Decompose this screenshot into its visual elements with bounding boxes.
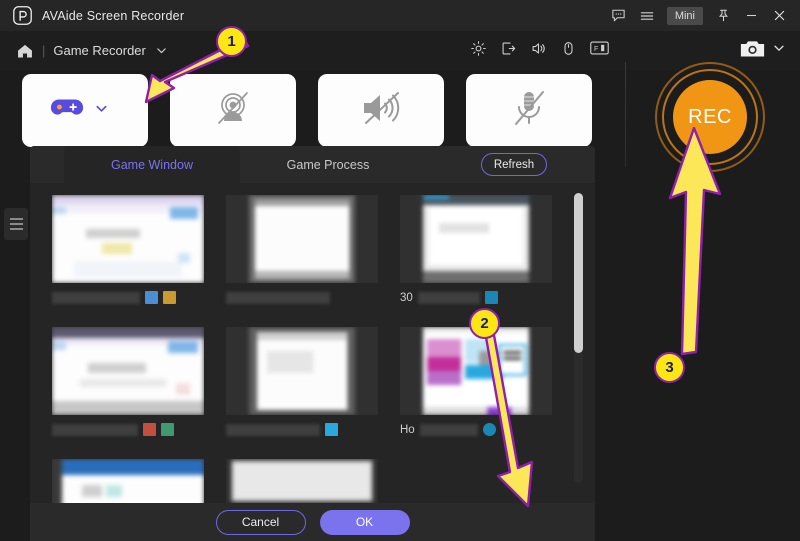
panel-divider	[625, 62, 626, 167]
thumbnail-list: 30 Ho	[30, 183, 595, 503]
list-item[interactable]	[52, 459, 204, 503]
window-thumbnail[interactable]	[52, 195, 204, 283]
breadcrumb-label[interactable]: Game Recorder	[53, 43, 145, 58]
app-icon	[163, 291, 176, 304]
chevron-down-icon[interactable]	[94, 101, 109, 121]
scrollbar-thumb[interactable]	[574, 193, 583, 353]
dialog-tab-bar: Game Window Game Process Refresh	[30, 146, 595, 183]
app-icon	[145, 291, 158, 304]
thumbnail-caption	[52, 290, 204, 305]
chevron-down-icon[interactable]	[155, 44, 168, 57]
menu-icon[interactable]	[634, 3, 660, 29]
caption-text: 30	[400, 291, 413, 304]
export-icon[interactable]	[500, 40, 517, 62]
app-icon	[325, 423, 338, 436]
callout-badge-2: 2	[469, 308, 500, 339]
mode-card-row	[22, 74, 592, 147]
window-thumbnail[interactable]	[400, 327, 552, 415]
microphone-off-icon	[510, 88, 548, 133]
caption-text-blurred	[417, 291, 480, 304]
card-system-sound[interactable]	[318, 74, 444, 147]
mouse-icon[interactable]	[560, 40, 577, 62]
game-window-dialog: Game Window Game Process Refresh 30 Ho C…	[30, 146, 595, 541]
snapshot-camera-icon[interactable]	[740, 39, 765, 63]
window-thumbnail[interactable]	[52, 459, 204, 503]
callout-badge-1: 1	[216, 26, 247, 57]
caption-text-blurred	[52, 423, 138, 436]
svg-text:F: F	[594, 45, 599, 53]
caption-text-blurred	[226, 291, 330, 304]
app-icon	[143, 423, 156, 436]
window-thumbnail[interactable]	[226, 459, 378, 503]
card-webcam[interactable]	[170, 74, 296, 147]
breadcrumb-separator: |	[42, 43, 46, 58]
app-title: AVAide Screen Recorder	[42, 8, 185, 23]
close-icon[interactable]	[766, 3, 792, 29]
window-thumbnail[interactable]	[52, 327, 204, 415]
caption-text-blurred	[52, 291, 140, 304]
mini-mode-button[interactable]: Mini	[666, 6, 703, 25]
window-thumbnail[interactable]	[226, 327, 378, 415]
caption-text: Ho	[400, 423, 415, 436]
webcam-off-icon	[211, 88, 255, 133]
gamepad-icon	[50, 95, 84, 126]
system-sound-icon[interactable]	[530, 40, 547, 62]
list-item[interactable]	[52, 195, 204, 305]
dialog-footer: Cancel OK	[30, 503, 595, 541]
minimize-icon[interactable]	[738, 3, 764, 29]
tab-game-window[interactable]: Game Window	[64, 146, 240, 183]
ok-button[interactable]: OK	[319, 509, 410, 535]
recorder-toolbar: F	[470, 31, 609, 70]
callout-badge-3: 3	[654, 352, 685, 383]
list-item[interactable]	[226, 195, 378, 305]
thumbnail-caption: Ho	[400, 422, 552, 437]
card-microphone[interactable]	[466, 74, 592, 147]
thumbnail-caption	[226, 422, 378, 437]
list-item[interactable]	[226, 459, 378, 503]
rec-button-group: REC	[655, 62, 765, 172]
settings-gear-icon[interactable]	[470, 40, 487, 62]
scrollbar-track[interactable]	[574, 193, 583, 483]
thumbnail-caption: 30	[400, 290, 552, 305]
app-icon	[161, 423, 174, 436]
speaker-off-icon	[358, 89, 404, 132]
window-controls: Mini	[606, 0, 792, 31]
pin-icon[interactable]	[710, 3, 736, 29]
app-icon	[484, 291, 498, 304]
window-thumbnail[interactable]	[226, 195, 378, 283]
tab-game-process[interactable]: Game Process	[240, 146, 416, 183]
list-item[interactable]	[52, 327, 204, 437]
title-bar: AVAide Screen Recorder Mini	[0, 0, 800, 31]
card-game-recorder[interactable]	[22, 74, 148, 147]
list-item[interactable]: Ho	[400, 327, 552, 437]
app-icon	[482, 423, 496, 436]
cancel-button[interactable]: Cancel	[215, 509, 306, 535]
app-window: AVAide Screen Recorder Mini | Game Recor…	[0, 0, 800, 541]
caption-text-blurred	[226, 423, 320, 436]
thumbnail-caption	[52, 422, 204, 437]
feedback-icon[interactable]	[606, 3, 632, 29]
thumbnail-grid: 30 Ho	[52, 195, 557, 503]
panel-toggle-handle[interactable]	[4, 208, 28, 240]
avaide-logo-icon	[12, 6, 32, 26]
rec-button[interactable]: REC	[673, 80, 747, 154]
chevron-down-icon[interactable]	[772, 41, 786, 60]
hotkey-icon[interactable]: F	[590, 40, 609, 61]
window-thumbnail[interactable]	[400, 195, 552, 283]
refresh-button[interactable]: Refresh	[481, 153, 547, 176]
thumbnail-caption	[226, 290, 378, 305]
list-item[interactable]	[226, 327, 378, 437]
home-icon[interactable]	[16, 42, 34, 60]
caption-text-blurred	[419, 423, 478, 436]
list-item[interactable]: 30	[400, 195, 552, 305]
